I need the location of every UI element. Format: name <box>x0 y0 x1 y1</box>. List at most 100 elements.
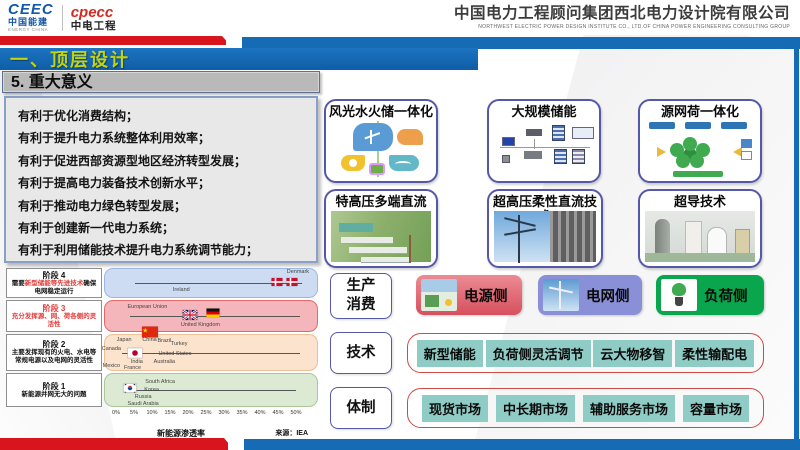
penetration-stage-chart: 阶段 4需要新型储能等先进技术确保电网稳定运行IrelandDenmark阶段 … <box>6 268 318 446</box>
tech-box-flexible-dc: 超高压柔性直流技术 <box>487 189 603 268</box>
denmark-flag-icon <box>286 278 297 286</box>
stage-axis-line <box>122 353 300 354</box>
country-label: United Kingdom <box>181 322 220 328</box>
chip-grid-side: 电网侧 <box>538 275 642 315</box>
south-korea-flag-icon <box>124 384 137 393</box>
slide-root: CEEC 中国能建 ENERGY CHINA cpecc 中电工程 中国电力工程… <box>0 0 800 450</box>
country-label: Canada <box>102 346 121 352</box>
stage-row: 阶段 2主要发挥现有的火电、水电等常规电源以及电网的灵活性Canada Japan… <box>6 334 318 371</box>
hybrid-energy-diagram-icon <box>331 121 431 177</box>
section-banner: 一、顶层设计 <box>0 48 478 70</box>
ribbon-notch-top <box>222 36 242 47</box>
benefits-list: 有利于优化消费结构；有利于提升电力系统整体利用效率；有利于促进西部资源型地区经济… <box>6 98 316 262</box>
grid-towers-photo-icon <box>543 279 579 311</box>
company-name-en: NORTHWEST ELECTRIC POWER DESIGN INSTITUT… <box>454 23 790 31</box>
country-label: European Union <box>128 304 168 310</box>
ceec-logo-en: ENERGY CHINA <box>8 27 54 33</box>
stage-row: 阶段 3充分发挥源、网、荷各侧的灵活性 European Union United … <box>6 300 318 332</box>
energy-storage-system-diagram-icon <box>494 121 594 177</box>
x-tick: 30% <box>218 410 229 416</box>
stage-name: 阶段 2 <box>43 340 66 349</box>
country-label: Russia <box>135 394 152 400</box>
x-tick: 15% <box>164 410 175 416</box>
stage-label: 阶段 1新能源并网无大的问题 <box>6 373 102 407</box>
company-name: 中国电力工程顾问集团西北电力设计院有限公司 NORTHWEST ELECTRIC… <box>454 4 790 31</box>
country-label: China <box>142 337 156 343</box>
chip-label: 电源侧 <box>464 285 508 306</box>
ceec-logo: CEEC 中国能建 ENERGY CHINA <box>8 3 54 33</box>
x-tick: 35% <box>236 410 247 416</box>
benefit-item: 有利于优化消费结构； <box>18 105 312 127</box>
chip-load-side: 负荷侧 <box>656 275 764 315</box>
chart-x-axis: 0%5%10%15%20%25%30%35%40%45%50% <box>116 410 296 419</box>
japan-flag-icon <box>127 348 142 358</box>
stage-row: 阶段 4需要新型储能等先进技术确保电网稳定运行IrelandDenmark <box>6 268 318 298</box>
chip-label: 电网侧 <box>586 285 630 306</box>
denmark-flag-icon <box>271 278 282 286</box>
x-tick: 0% <box>112 410 120 416</box>
tech-box-title: 大规模储能 <box>489 101 599 119</box>
footer-ribbon-notch <box>224 438 244 450</box>
footer-ribbon-red <box>0 438 228 450</box>
ribbon-red-top <box>0 36 226 45</box>
benefit-item: 有利于提高电力装备技术创新水平； <box>18 172 312 194</box>
logo-divider <box>62 5 63 31</box>
benefits-panel: 有利于优化消费结构；有利于提升电力系统整体利用效率；有利于促进西部资源型地区经济… <box>4 96 318 263</box>
chip-power-source-side: 电源侧 <box>416 275 522 315</box>
ceec-logo-cn: 中国能建 <box>8 17 54 27</box>
tech-chip-row: 新型储能负荷侧灵活调节云大物移智柔性输配电 <box>407 333 764 373</box>
benefit-item: 有利于创建新一代电力系统； <box>18 217 312 239</box>
benefit-item: 有利于促进西部资源型地区经济转型发展； <box>18 150 312 172</box>
stage-name: 阶段 3 <box>43 304 66 313</box>
chip-中长期市场: 中长期市场 <box>496 395 575 422</box>
stage-row: 阶段 1新能源并网无大的问题South AfricaKoreaRussiaSau… <box>6 373 318 407</box>
footer-ribbon-blue <box>244 439 800 450</box>
section-title: 一、顶层设计 <box>0 46 130 72</box>
china-flag-icon <box>142 326 158 337</box>
chip-柔性输配电: 柔性输配电 <box>675 340 754 367</box>
x-tick: 45% <box>272 410 283 416</box>
chip-辅助服务市场: 辅助服务市场 <box>583 395 675 422</box>
benefit-item: 有利于利用储能技术提升电力系统调节能力； <box>18 239 312 261</box>
x-tick: 5% <box>130 410 138 416</box>
germany-flag-icon <box>207 309 220 318</box>
chip-label: 负荷侧 <box>704 285 748 306</box>
source-grid-load-diagram-icon <box>645 121 755 177</box>
ehv-flexible-dc-photo-icon <box>494 211 596 262</box>
country-label: Japan <box>117 337 132 343</box>
chip-现货市场: 现货市场 <box>422 395 488 422</box>
stage-band: IrelandDenmark <box>104 268 318 298</box>
uhv-multiterminal-dc-photo-icon <box>331 211 431 262</box>
cpecc-logo-mark: cpecc <box>71 5 117 20</box>
x-tick: 40% <box>254 410 265 416</box>
chip-负荷侧灵活调节: 负荷侧灵活调节 <box>486 340 591 367</box>
chart-source: 来源：IEA <box>275 428 308 438</box>
stage-name: 阶段 4 <box>43 271 66 280</box>
country-label: Australia <box>154 359 175 365</box>
subsection-title: 5. 重大意义 <box>2 71 320 93</box>
united-kingdom-flag-icon <box>182 310 197 320</box>
company-name-cn: 中国电力工程顾问集团西北电力设计院有限公司 <box>454 4 790 23</box>
country-label: Mexico <box>103 363 120 369</box>
country-label: Brazil <box>157 338 171 344</box>
load-plant-photo-icon <box>661 279 697 311</box>
tech-box-hybrid-energy: 风光水火储一体化 <box>324 99 438 183</box>
stage-label: 阶段 2主要发挥现有的火电、水电等常规电源以及电网的灵活性 <box>6 334 102 371</box>
ceec-logo-mark: CEEC <box>8 3 54 17</box>
country-label: South Africa <box>145 379 175 385</box>
power-plant-photo-icon <box>421 279 457 311</box>
row-label-production-consumption: 生产 消费 <box>330 273 392 319</box>
ribbon-right-strip <box>794 40 799 445</box>
tech-box-superconducting: 超导技术 <box>638 189 762 268</box>
tech-box-source-grid-load: 源网荷一体化 <box>638 99 762 183</box>
cpecc-logo: cpecc 中电工程 <box>71 5 117 32</box>
country-label: Saudi Arabia <box>128 401 159 407</box>
stage-band: CanadaJapanChinaBrazilTurkeyUnited State… <box>104 334 318 371</box>
stage-band: European Union United Kingdom <box>104 300 318 332</box>
x-tick: 20% <box>182 410 193 416</box>
x-tick: 50% <box>290 410 301 416</box>
stage-label: 阶段 4需要新型储能等先进技术确保电网稳定运行 <box>6 268 102 298</box>
stage-desc: 充分发挥源、网、荷各侧的灵活性 <box>9 313 99 329</box>
chart-stages: 阶段 4需要新型储能等先进技术确保电网稳定运行IrelandDenmark阶段 … <box>6 268 318 407</box>
tech-box-title: 源网荷一体化 <box>640 101 760 119</box>
